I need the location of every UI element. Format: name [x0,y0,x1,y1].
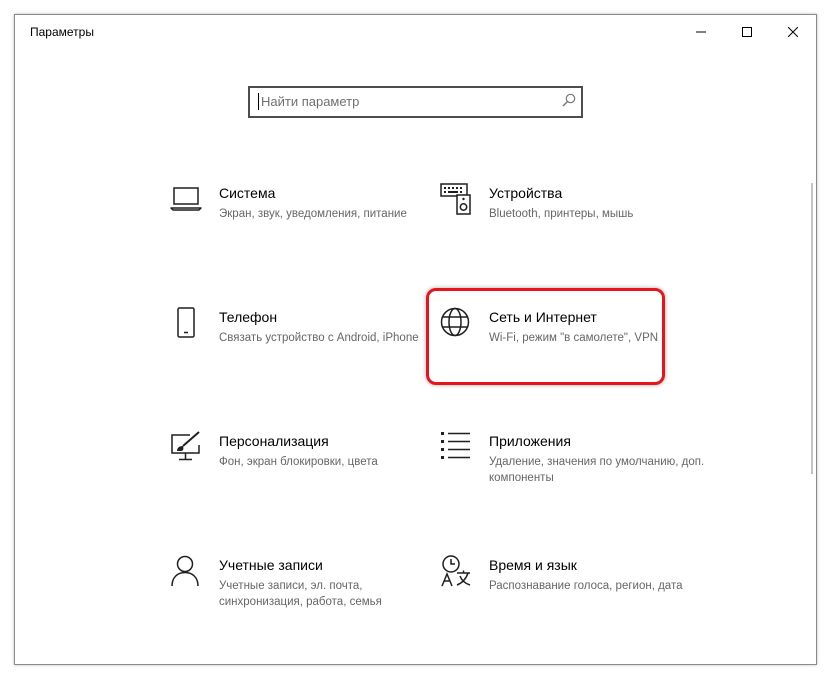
tile-title: Телефон [219,309,278,325]
tile-description: Экран, звук, уведомления, питание [219,208,407,220]
tile-description: Фон, экран блокировки, цвета [219,456,378,468]
tile-description: Удаление, значения по умолчанию, доп. ко… [489,456,705,484]
laptop-icon [170,187,202,211]
search-box[interactable] [248,86,583,118]
time-language-icon [441,555,471,587]
tile-title: Приложения [489,433,571,449]
tile-title: Время и язык [489,557,577,573]
title-bar[interactable]: Параметры [15,15,816,49]
maximize-button[interactable] [724,15,770,49]
settings-window: Параметры Система Экран, звук, уведомлен… [14,14,817,665]
tile-personalization[interactable]: Персонализация Фон, экран блокировки, цв… [170,431,415,511]
apps-list-icon [441,432,470,459]
window-title: Параметры [30,25,94,39]
tile-description: Учетные записи, эл. почта, синхронизация… [219,580,382,608]
tile-title: Учетные записи [219,557,323,573]
text-cursor [258,93,259,110]
scrollbar[interactable] [811,183,813,474]
search-icon[interactable] [562,93,576,107]
tile-title: Устройства [489,185,563,201]
tile-devices[interactable]: Устройства Bluetooth, принтеры, мышь [440,183,685,263]
phone-icon [177,307,195,338]
personalization-icon [171,431,200,461]
close-icon [788,27,798,37]
tile-phone[interactable]: Телефон Связать устройство с Android, iP… [170,307,419,387]
devices-icon [440,183,471,215]
tile-title: Персонализация [219,433,329,449]
tile-description: Связать устройство с Android, iPhone [219,332,419,344]
maximize-icon [742,27,752,37]
minimize-button[interactable] [678,15,724,49]
person-icon [171,555,199,587]
tile-time-language[interactable]: Время и язык Распознавание голоса, регио… [440,555,685,635]
tile-title: Система [219,185,276,201]
minimize-icon [696,31,706,33]
tile-system[interactable]: Система Экран, звук, уведомления, питани… [170,183,415,263]
tile-description: Bluetooth, принтеры, мышь [489,208,634,220]
search-input[interactable] [261,90,551,112]
highlight-frame [426,288,665,385]
close-button[interactable] [770,15,816,49]
tile-apps[interactable]: Приложения Удаление, значения по умолчан… [440,431,704,511]
tile-description: Распознавание голоса, регион, дата [489,580,683,592]
tile-accounts[interactable]: Учетные записи Учетные записи, эл. почта… [170,555,415,635]
